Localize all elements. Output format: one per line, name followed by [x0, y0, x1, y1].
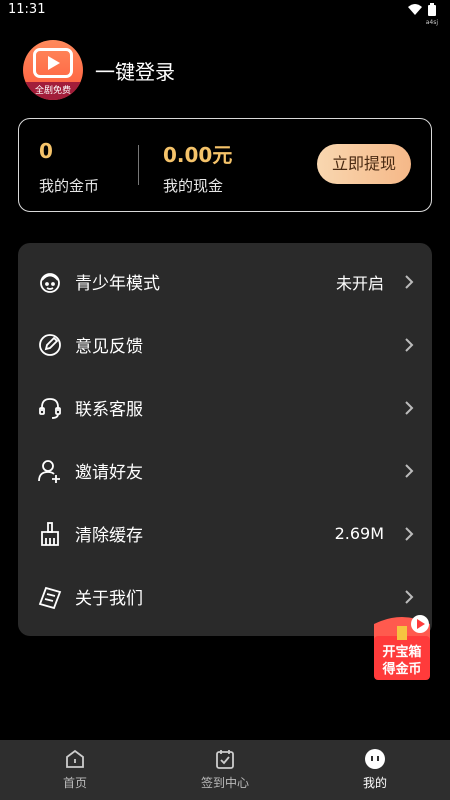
broom-icon: [36, 520, 64, 548]
chevron-right-icon: [405, 337, 414, 352]
play-icon: [33, 48, 73, 78]
one-click-login[interactable]: 一键登录: [95, 56, 175, 85]
chevron-right-icon: [405, 526, 414, 541]
settings-menu: 青少年模式 未开启 意见反馈 联系客服 邀请好友 清除缓存 2.69M 关于我们: [18, 243, 432, 636]
add-user-icon: [36, 457, 64, 485]
wallet-card: 0 我的金币 0.00元 我的现金 立即提现: [18, 118, 432, 212]
menu-item-feedback[interactable]: 意见反馈: [18, 313, 432, 376]
status-time: 11:31: [8, 2, 46, 17]
tab-profile[interactable]: 我的: [300, 740, 450, 800]
treasure-chest-icon: 开宝箱 得金币: [374, 615, 430, 680]
tab-checkin[interactable]: 签到中心: [150, 740, 300, 800]
child-face-icon: [36, 268, 64, 296]
promo-line1: 开宝箱: [382, 644, 421, 660]
menu-label: 联系客服: [75, 400, 143, 420]
edit-circle-icon: [36, 331, 64, 359]
chevron-right-icon: [405, 463, 414, 478]
promo-line2: 得金币: [381, 661, 421, 677]
treasure-chest-promo[interactable]: 开宝箱 得金币: [370, 612, 434, 682]
cash-label: 我的现金: [163, 177, 224, 195]
teen-mode-status: 未开启: [335, 273, 384, 293]
wifi-icon: [408, 4, 422, 15]
document-icon: [36, 583, 64, 611]
withdraw-button[interactable]: 立即提现: [317, 144, 411, 184]
battery-icon: [428, 3, 436, 16]
avatar-tag: 全剧免费: [23, 82, 83, 100]
menu-item-teen-mode[interactable]: 青少年模式 未开启: [18, 250, 432, 313]
tab-home[interactable]: 首页: [0, 740, 150, 800]
home-icon: [66, 749, 84, 768]
menu-label: 关于我们: [75, 589, 143, 609]
status-icons: [408, 3, 436, 16]
menu-label: 邀请好友: [75, 463, 143, 483]
menu-label: 清除缓存: [75, 526, 143, 546]
menu-item-invite-friends[interactable]: 邀请好友: [18, 439, 432, 502]
profile-face-icon: [365, 749, 385, 769]
tab-label: 我的: [362, 776, 387, 790]
calendar-check-icon: [216, 750, 234, 769]
status-indicator-text: a4sj: [425, 19, 438, 26]
menu-item-clear-cache[interactable]: 清除缓存 2.69M: [18, 502, 432, 565]
menu-label: 意见反馈: [75, 337, 143, 357]
wallet-divider: [138, 145, 139, 185]
avatar[interactable]: 全剧免费: [23, 40, 83, 100]
tab-label: 签到中心: [200, 776, 249, 790]
bottom-tab-bar: 首页 签到中心 我的: [0, 740, 450, 800]
headset-icon: [36, 394, 64, 422]
tab-label: 首页: [62, 776, 87, 790]
chevron-right-icon: [405, 274, 414, 289]
coins-value: 0: [39, 139, 53, 163]
profile-header[interactable]: 全剧免费 一键登录: [23, 40, 175, 100]
chevron-right-icon: [405, 589, 414, 604]
menu-item-customer-service[interactable]: 联系客服: [18, 376, 432, 439]
coins-label: 我的金币: [39, 177, 100, 195]
cash-value: 0.00元: [163, 143, 233, 167]
cache-size: 2.69M: [334, 524, 384, 543]
chevron-right-icon: [405, 400, 414, 415]
menu-label: 青少年模式: [75, 274, 160, 294]
status-bar: 11:31 a4sj: [0, 0, 450, 26]
